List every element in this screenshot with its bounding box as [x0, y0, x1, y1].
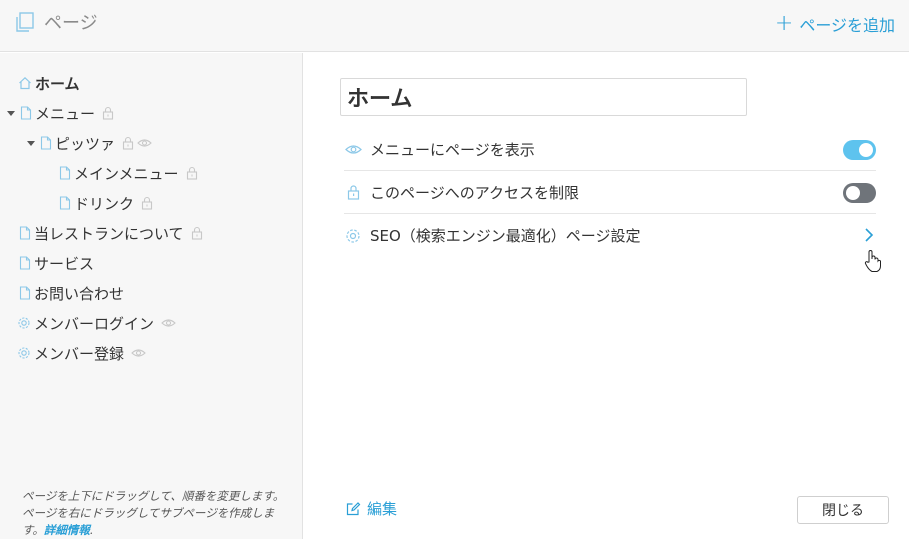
- tree-item-home[interactable]: ホーム: [18, 72, 80, 94]
- tree-item-label: ドリンク: [74, 194, 135, 213]
- page-icon: [19, 256, 31, 270]
- page-title: ページ: [44, 13, 98, 34]
- plus-icon: +: [774, 11, 794, 36]
- tree-item-label: メンバー登録: [34, 344, 125, 363]
- tree-item-drink[interactable]: ドリンク: [59, 192, 153, 214]
- lock-icon: [186, 166, 198, 180]
- seo-settings-row[interactable]: SEO（検索エンジン最適化）ページ設定: [344, 214, 876, 257]
- toggle-knob: [859, 143, 873, 157]
- setting-label: SEO（検索エンジン最適化）ページ設定: [370, 227, 641, 245]
- tree-item-member-login[interactable]: メンバーログイン: [17, 312, 176, 334]
- tree-item-label: サービス: [34, 254, 95, 273]
- chevron-right-icon[interactable]: [864, 227, 874, 243]
- caret-down-icon[interactable]: [7, 110, 15, 116]
- add-page-label: ページを追加: [799, 16, 895, 35]
- lock-icon: [141, 196, 153, 210]
- tree-item-menu[interactable]: メニュー: [7, 102, 114, 124]
- lock-icon: [191, 226, 203, 240]
- header-bar: ページ + ページを追加: [0, 0, 909, 52]
- edit-icon: [346, 501, 361, 516]
- page-name-input[interactable]: [340, 78, 747, 116]
- tree-item-label: メンバーログイン: [34, 314, 155, 333]
- restrict-access-toggle[interactable]: [843, 183, 876, 203]
- page-icon: [59, 196, 71, 210]
- show-in-menu-row[interactable]: メニューにページを表示: [344, 128, 876, 171]
- page-icon: [19, 286, 31, 300]
- caret-down-icon[interactable]: [27, 140, 35, 146]
- page-icon: [59, 166, 71, 180]
- hint-line-1: ページを上下にドラッグして、順番を変更します。: [22, 489, 285, 503]
- lock-icon: [102, 106, 114, 120]
- tree-item-label: メインメニュー: [74, 164, 179, 183]
- restrict-access-row[interactable]: このページへのアクセスを制限: [344, 171, 876, 214]
- tree-item-label: お問い合わせ: [34, 284, 125, 303]
- drag-hint-text: ページを上下にドラッグして、順番を変更します。 ページを右にドラッグしてサブペー…: [22, 488, 294, 539]
- hint-tail: .: [89, 523, 94, 537]
- close-button[interactable]: 閉じる: [797, 496, 889, 524]
- tree-item-about[interactable]: 当レストランについて: [19, 222, 203, 244]
- gear-icon: [344, 228, 362, 244]
- header-title-group: ページ: [14, 10, 98, 34]
- show-in-menu-toggle[interactable]: [843, 140, 876, 160]
- edit-label: 編集: [367, 500, 398, 518]
- page-icon: [19, 226, 31, 240]
- tree-item-label: ピッツァ: [55, 134, 116, 153]
- page-settings-panel: メニューにページを表示 このページへのアクセスを制限 SEO（検索エンジン最適化…: [304, 53, 909, 539]
- tree-item-main-menu[interactable]: メインメニュー: [59, 162, 198, 184]
- page-tree-sidebar: ホーム メニュー ピッツァ メインメニュー ドリンク 当レストランについて サー…: [0, 53, 303, 539]
- tree-item-contact[interactable]: お問い合わせ: [19, 282, 124, 304]
- hint-line-2: ページを右にドラッグしてサブページを作成します。詳細情報.: [22, 505, 294, 539]
- eye-icon: [137, 138, 152, 148]
- gear-icon: [17, 346, 31, 360]
- tree-item-label: ホーム: [35, 74, 80, 93]
- pages-icon: [14, 11, 36, 33]
- tree-item-member-register[interactable]: メンバー登録: [17, 342, 146, 364]
- page-icon: [20, 106, 32, 120]
- lock-icon: [122, 136, 134, 150]
- lock-icon: [344, 184, 362, 200]
- toggle-knob: [846, 186, 860, 200]
- tree-item-pizza[interactable]: ピッツァ: [27, 132, 152, 154]
- tree-item-label: メニュー: [35, 104, 96, 123]
- tree-item-label: 当レストランについて: [34, 224, 184, 243]
- setting-label: このページへのアクセスを制限: [370, 183, 579, 202]
- gear-icon: [17, 316, 31, 330]
- add-page-button[interactable]: + ページを追加: [775, 12, 895, 36]
- eye-icon: [131, 348, 146, 358]
- tree-item-services[interactable]: サービス: [19, 252, 94, 274]
- page-icon: [40, 136, 52, 150]
- home-icon: [18, 76, 32, 90]
- eye-icon: [161, 318, 176, 328]
- eye-icon: [344, 144, 362, 155]
- edit-link[interactable]: 編集: [346, 498, 397, 519]
- setting-label: メニューにページを表示: [370, 140, 535, 159]
- hand-cursor-icon: [864, 249, 882, 273]
- more-info-link[interactable]: 詳細情報: [44, 523, 90, 537]
